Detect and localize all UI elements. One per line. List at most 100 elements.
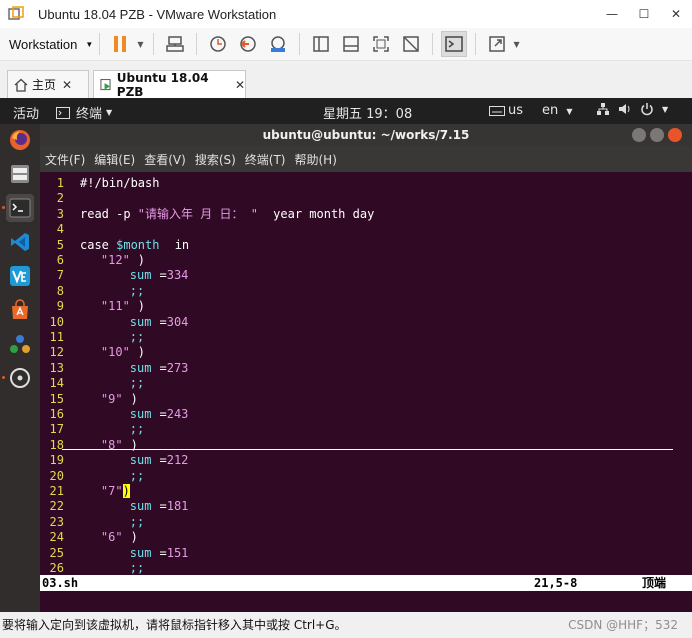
code-token: in [167,237,190,252]
software-launcher[interactable] [6,296,34,324]
vim-editor[interactable]: 1 #!/bin/bash 2 3 read -p "请输入年 月 日： " year … [40,172,692,575]
code-token: ) [130,391,138,406]
workstation-menu[interactable]: Workstation ▼ [9,37,93,52]
line-number: 11 [49,330,64,344]
snapshot-manager-icon [271,36,286,52]
terminal-maximize-button[interactable] [650,128,664,142]
close-tab-icon[interactable]: ✕ [62,78,72,92]
vscode-launcher[interactable] [6,228,34,256]
volume-icon [619,104,630,114]
app-menu[interactable]: 终端 ▼ [56,103,112,122]
window-title: Ubuntu 18.04 PZB - VMware Workstation [38,6,277,22]
input-method[interactable]: en ▼ [542,103,573,118]
terminal-header[interactable]: ubuntu@ubuntu: ~/works/7.15 [40,124,692,146]
code-token: = [159,268,167,283]
tab-vm[interactable]: Ubuntu 18.04 PZB ✕ [93,70,246,99]
terminal-close-button[interactable] [668,128,682,142]
menu-terminal[interactable]: 终端(T) [245,151,286,168]
network-launcher[interactable] [6,330,34,358]
code-token: = [159,499,167,514]
activities-button[interactable]: 活动 [13,103,39,122]
view-dropdown-icon[interactable]: ▼ [513,40,519,49]
ve-launcher[interactable] [6,262,34,290]
code-line: 22 sum =181 [40,499,692,514]
line-number: 7 [56,268,64,283]
code-token: ) [130,530,138,545]
snapshot-button[interactable] [205,31,231,57]
code-line: 6 "12") [40,253,692,268]
toolbar-divider [196,33,198,55]
code-token: "12" [72,253,130,267]
line-number: 25 [49,545,64,560]
code-token: "请输入年 月 日： " [137,206,258,221]
code-line: 11 ;; [40,330,692,345]
maximize-button[interactable]: ☐ [628,0,660,28]
terminal-window[interactable]: ubuntu@ubuntu: ~/works/7.15 文件(F) 编辑(E) … [40,124,692,612]
line-text: sum =334 [72,268,189,283]
code-token: "10" [72,345,130,360]
firefox-launcher[interactable] [6,126,34,154]
line-text: sum =212 [72,453,189,467]
code-token: read -p [80,206,138,221]
line-text: ;; [72,469,144,483]
code-line: 13 sum =273 [40,361,692,376]
revert-snapshot-button[interactable] [235,31,261,57]
menu-help[interactable]: 帮助(H) [295,151,337,168]
toolbar-divider [475,33,477,55]
code-token: $month [116,237,160,252]
keyboard-layout[interactable]: us [489,103,523,118]
line-text: ;; [72,561,144,575]
code-token: sum [72,360,152,375]
console-view-button[interactable] [441,31,468,57]
snapshot-manager-button[interactable] [265,31,291,57]
keyboard-icon [489,105,505,116]
code-line: 21 "7") [40,484,692,499]
line-number: 19 [49,453,64,468]
line-number: 8 [56,283,64,298]
code-token: = [159,407,167,421]
tab-home-label: 主页 [32,78,57,92]
terminal-launcher[interactable] [2,194,34,222]
guest-screen[interactable]: 活动 终端 ▼ 星期五 19：08 us en ▼ ▼ ubuntu@ubunt… [0,98,692,628]
terminal-minimize-button[interactable] [632,128,646,142]
network-keyboard-icon [166,36,185,52]
code-line: 15 "9") [40,392,692,407]
sidebar-layout-icon [313,36,330,52]
line-text: ;; [72,376,144,390]
line-text: "7") [72,484,130,498]
power-dropdown-icon[interactable]: ▼ [137,40,143,49]
pause-button[interactable] [108,31,134,57]
status-scroll-position: 顶端 [642,576,667,590]
code-token: year month day [265,206,375,221]
line-text: "9") [72,392,138,406]
line-text: "6") [72,530,138,544]
menu-search[interactable]: 搜索(S) [195,151,236,168]
dvd-launcher[interactable] [2,364,34,392]
send-ctrl-alt-del-button[interactable] [162,31,188,57]
thumbnail-bar-button[interactable] [338,31,364,57]
minimize-button[interactable]: — [596,0,628,28]
unity-mode-button[interactable] [398,31,424,57]
line-number: 3 [56,206,64,221]
code-line: 1 #!/bin/bash [40,176,692,191]
app-menu-label: 终端 [76,107,103,122]
code-token: "9" [72,391,123,406]
code-token: ) [137,345,146,360]
close-button[interactable]: ✕ [660,0,692,28]
code-token: 151 [166,545,189,560]
tab-home[interactable]: 主页 ✕ [7,70,89,98]
status-message: 要将输入定向到该虚拟机，请将鼠标指针移入其中或按 Ctrl+G。 [2,618,347,632]
show-library-button[interactable] [308,31,334,57]
stretch-guest-button[interactable] [484,31,510,57]
menu-edit[interactable]: 编辑(E) [94,151,135,168]
full-screen-button[interactable] [368,31,394,57]
line-text: ;; [72,284,144,298]
files-launcher[interactable] [6,160,34,188]
clock[interactable]: 星期五 19：08 [323,103,412,122]
menu-file[interactable]: 文件(F) [45,151,85,168]
menu-view[interactable]: 查看(V) [144,151,186,168]
network-share-icon [10,335,30,353]
line-text: ;; [72,422,144,436]
close-tab-icon[interactable]: ✕ [235,78,245,92]
system-status-area[interactable]: ▼ [596,102,668,116]
